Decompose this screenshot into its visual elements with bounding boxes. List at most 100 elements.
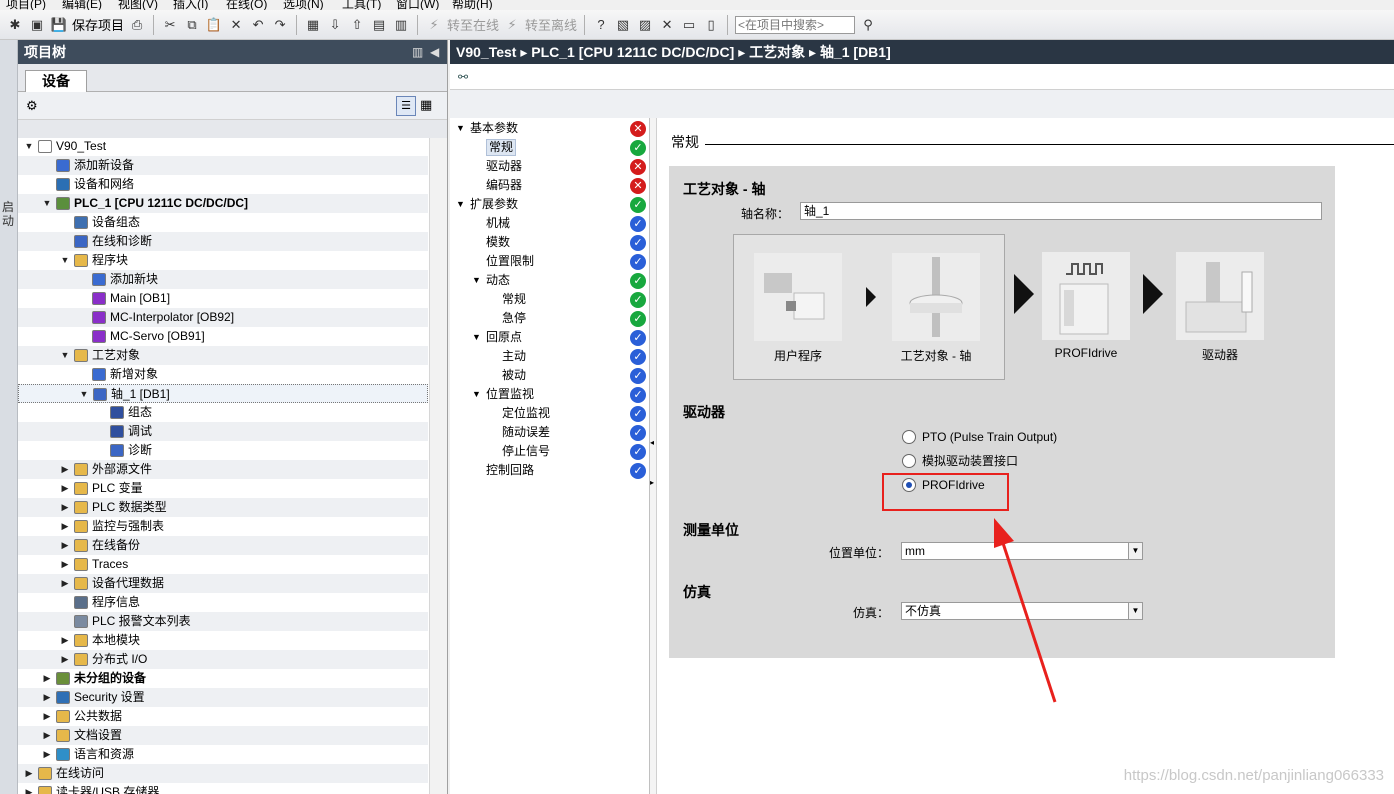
nav-item[interactable]: 控制回路 — [450, 461, 628, 480]
nav-item[interactable]: 模数 — [450, 233, 628, 252]
radio-analog-label[interactable]: 模拟驱动装置接口 — [922, 453, 1018, 469]
tree-item[interactable]: ▶ PLC 变量 — [18, 479, 428, 498]
tree-item-label[interactable]: 公共数据 — [74, 707, 122, 726]
nav-item[interactable]: ▼ 基本参数 — [450, 119, 628, 138]
chevron-down-icon[interactable]: ▼ — [1128, 543, 1142, 559]
go-offline-button[interactable]: 转至离线 — [525, 15, 577, 34]
tree-item-label[interactable]: PLC 变量 — [92, 479, 143, 498]
project-search-input[interactable]: <在项目中搜索> — [735, 15, 856, 34]
menu-help[interactable]: 帮助(H) — [452, 0, 493, 10]
expand-closed-icon[interactable]: ▶ — [60, 498, 70, 517]
tree-item[interactable]: 设备组态 — [18, 213, 428, 232]
nav-splitter[interactable]: ◂ ▸ — [650, 118, 657, 794]
tree-item[interactable]: ▼ 工艺对象 — [18, 346, 428, 365]
function-view-icon[interactable]: ⚯ — [458, 70, 468, 84]
nav-item-label[interactable]: 回原点 — [486, 328, 522, 347]
tree-item-label[interactable]: 在线访问 — [56, 764, 104, 783]
tree-item[interactable]: ▶ 未分组的设备 — [18, 669, 428, 688]
tree-item-label[interactable]: 设备和网络 — [74, 175, 134, 194]
download-icon[interactable]: ⇩ — [326, 16, 344, 34]
nav-item-label[interactable]: 常规 — [502, 290, 526, 309]
copy-icon[interactable]: ⧉ — [183, 16, 201, 34]
tree-item[interactable]: MC-Interpolator [OB92] — [18, 308, 428, 327]
simulation-start-icon[interactable]: ▥ — [392, 16, 410, 34]
nav-item[interactable]: 驱动器 — [450, 157, 628, 176]
tree-item[interactable]: 调试 — [18, 422, 428, 441]
tree-item[interactable]: ▶ Security 设置 — [18, 688, 428, 707]
compile-icon[interactable]: ▦ — [304, 16, 322, 34]
tree-item[interactable]: ▶ 读卡器/USB 存储器 — [18, 783, 428, 794]
tree-item-label[interactable]: 文档设置 — [74, 726, 122, 745]
radio-analog-button[interactable] — [902, 454, 916, 468]
tree-item[interactable]: ▼ PLC_1 [CPU 1211C DC/DC/DC] — [18, 194, 428, 213]
nav-item-label[interactable]: 机械 — [486, 214, 510, 233]
nav-item[interactable]: ▼ 动态 — [450, 271, 628, 290]
accessible-devices-icon[interactable]: ? — [592, 16, 610, 34]
expand-open-icon[interactable]: ▼ — [456, 195, 466, 214]
tree-item[interactable]: ▶ 在线访问 — [18, 764, 428, 783]
redo-icon[interactable]: ↷ — [271, 16, 289, 34]
expand-open-icon[interactable]: ▼ — [79, 385, 89, 404]
save-icon[interactable]: 💾 — [50, 16, 68, 34]
tree-item-label[interactable]: Traces — [92, 555, 128, 574]
undo-icon[interactable]: ↶ — [249, 16, 267, 34]
expand-closed-icon[interactable]: ▶ — [24, 764, 34, 783]
expand-open-icon[interactable]: ▼ — [42, 194, 52, 213]
paste-icon[interactable]: 📋 — [205, 16, 223, 34]
nav-item[interactable]: 主动 — [450, 347, 628, 366]
tree-item-label[interactable]: 设备组态 — [92, 213, 140, 232]
tree-item-label[interactable]: 程序块 — [92, 251, 128, 270]
nav-item-label[interactable]: 随动误差 — [502, 423, 550, 442]
tree-item[interactable]: ▶ 设备代理数据 — [18, 574, 428, 593]
tree-item-label[interactable]: 未分组的设备 — [74, 669, 146, 688]
overview-icon[interactable]: ☰ — [396, 96, 416, 116]
expand-open-icon[interactable]: ▼ — [60, 346, 70, 365]
tree-item[interactable]: ▼ V90_Test — [18, 138, 428, 156]
tree-item[interactable]: 设备和网络 — [18, 175, 428, 194]
compare-icon[interactable]: ▨ — [636, 16, 654, 34]
tree-item[interactable]: 添加新块 — [18, 270, 428, 289]
menu-edit[interactable]: 编辑(E) — [62, 0, 102, 10]
tree-item[interactable]: ▶ 文档设置 — [18, 726, 428, 745]
tree-item-label[interactable]: PLC 数据类型 — [92, 498, 167, 517]
expand-open-icon[interactable]: ▼ — [60, 251, 70, 270]
expand-closed-icon[interactable]: ▶ — [60, 517, 70, 536]
expand-closed-icon[interactable]: ▶ — [42, 707, 52, 726]
menu-window[interactable]: 窗口(W) — [396, 0, 439, 10]
tree-item-label[interactable]: 组态 — [128, 403, 152, 422]
tree-item[interactable]: MC-Servo [OB91] — [18, 327, 428, 346]
expand-closed-icon[interactable]: ▶ — [60, 555, 70, 574]
breadcrumb-tech-objects[interactable]: 工艺对象 — [749, 44, 805, 60]
go-online-button[interactable]: 转至在线 — [447, 15, 499, 34]
tab-devices[interactable]: 设备 — [25, 70, 87, 92]
menu-options[interactable]: 选项(N) — [283, 0, 324, 10]
tree-item-label[interactable]: 添加新块 — [110, 270, 158, 289]
expand-closed-icon[interactable]: ▶ — [60, 574, 70, 593]
go-online-icon[interactable]: ⚡ — [425, 16, 443, 34]
nav-item[interactable]: 定位监视 — [450, 404, 628, 423]
tree-item-label[interactable]: 外部源文件 — [92, 460, 152, 479]
tree-item-label[interactable]: 调试 — [128, 422, 152, 441]
tree-item-label[interactable]: 在线备份 — [92, 536, 140, 555]
nav-item-label[interactable]: 基本参数 — [470, 119, 518, 138]
expand-open-icon[interactable]: ▼ — [24, 138, 34, 156]
expand-open-icon[interactable]: ▼ — [472, 385, 482, 404]
save-project-button[interactable]: 保存项目 — [72, 15, 124, 34]
tree-item-label[interactable]: 在线和诊断 — [92, 232, 152, 251]
tree-item[interactable]: ▶ Traces — [18, 555, 428, 574]
tree-item[interactable]: Main [OB1] — [18, 289, 428, 308]
expand-closed-icon[interactable]: ▶ — [60, 460, 70, 479]
tree-item-label[interactable]: 程序信息 — [92, 593, 140, 612]
tree-item-label[interactable]: 语言和资源 — [74, 745, 134, 764]
nav-item-label[interactable]: 位置监视 — [486, 385, 534, 404]
expand-open-icon[interactable]: ▼ — [472, 271, 482, 290]
nav-item-label[interactable]: 定位监视 — [502, 404, 550, 423]
tree-item-label[interactable]: PLC 报警文本列表 — [92, 612, 191, 631]
menu-tools[interactable]: 工具(T) — [342, 0, 381, 10]
go-offline-icon[interactable]: ⚡ — [503, 16, 521, 34]
tree-item-label[interactable]: 添加新设备 — [74, 156, 134, 175]
start-label[interactable]: 启动 — [2, 200, 16, 228]
expand-closed-icon[interactable]: ▶ — [42, 745, 52, 764]
nav-item[interactable]: ▼ 扩展参数 — [450, 195, 628, 214]
menu-project[interactable]: 项目(P) — [6, 0, 46, 10]
